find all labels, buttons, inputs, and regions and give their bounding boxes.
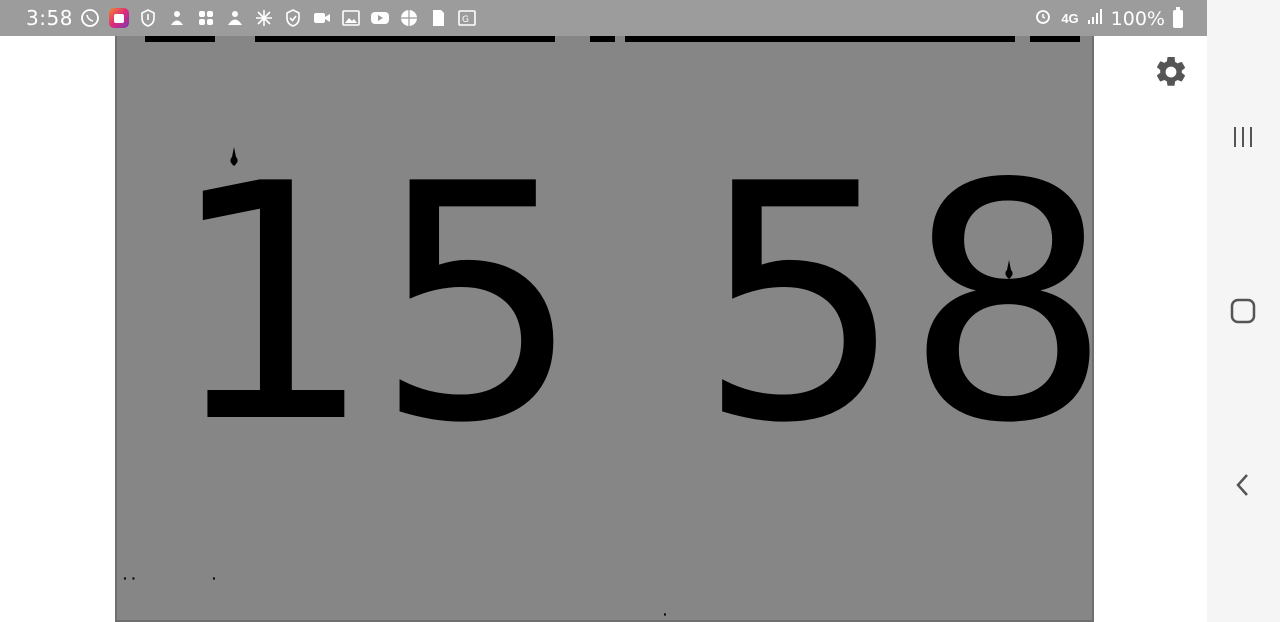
clock-minutes: 58 (697, 114, 1094, 494)
settings-gear-icon[interactable] (1153, 54, 1189, 90)
back-icon (1236, 474, 1248, 496)
video-icon (312, 8, 332, 28)
back-button[interactable] (1225, 467, 1261, 503)
dot-mark: · (212, 570, 217, 586)
whatsapp-icon (80, 8, 100, 28)
translate-icon: G (457, 8, 477, 28)
cropped-text-strip (135, 36, 1085, 46)
basketball-icon (399, 8, 419, 28)
status-bar: 3:58 G 4G 100% (0, 0, 1207, 36)
drop-marker-icon (1005, 260, 1013, 279)
person-icon (167, 8, 187, 28)
cloud-person-icon (225, 8, 245, 28)
instagram-icon (109, 8, 129, 28)
recents-icon (1234, 127, 1252, 147)
dot-mark: · (663, 606, 668, 622)
drop-marker-icon (230, 147, 238, 166)
youtube-icon (370, 8, 390, 28)
battery-percent: 100% (1110, 7, 1165, 30)
system-status: 4G 100% (1033, 6, 1183, 31)
shield-check-icon (283, 8, 303, 28)
alarm-icon (1033, 6, 1053, 31)
clock-panel[interactable]: 15 58 · · · · (115, 36, 1094, 622)
navigation-bar (1207, 0, 1280, 622)
shield-alert-icon (138, 8, 158, 28)
status-time: 3:58 (26, 6, 73, 30)
sparkle-icon (254, 8, 274, 28)
recents-button[interactable] (1225, 119, 1261, 155)
dot-marks: · · (123, 570, 137, 586)
network-type: 4G (1061, 11, 1079, 26)
notification-icons: G (80, 8, 486, 28)
signal-icon (1087, 7, 1103, 30)
clock-hours: 15 (167, 114, 582, 494)
home-button[interactable] (1225, 293, 1261, 329)
sd-card-icon (428, 8, 448, 28)
home-icon (1230, 298, 1256, 324)
apps-icon (196, 8, 216, 28)
image-icon (341, 8, 361, 28)
battery-icon (1173, 6, 1183, 28)
svg-text:G: G (462, 15, 469, 25)
